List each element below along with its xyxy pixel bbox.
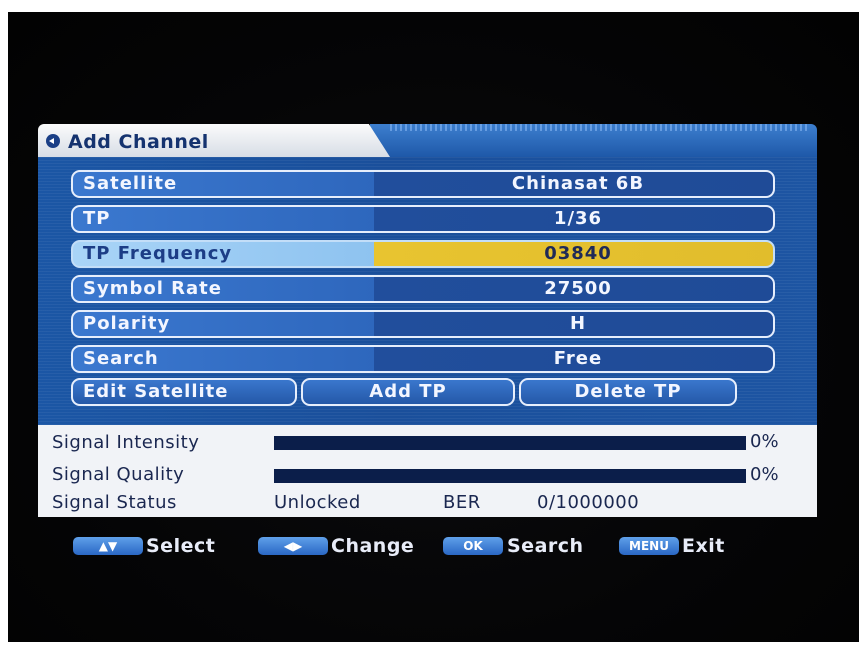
ber-value: 0/1000000 (537, 492, 640, 513)
edit-satellite-button[interactable]: Edit Satellite (71, 378, 297, 406)
signal-status-value: Unlocked (274, 492, 361, 513)
ber-label: BER (443, 492, 481, 513)
help-select: Select (146, 535, 216, 557)
window-title: Add Channel (68, 131, 209, 153)
row-search[interactable]: Search Free (71, 345, 775, 373)
row-label: Symbol Rate (83, 278, 222, 299)
title-decoration (370, 124, 817, 157)
row-value: H (569, 313, 587, 334)
row-polarity[interactable]: Polarity H (71, 310, 775, 338)
row-tp[interactable]: TP 1/36 (71, 205, 775, 233)
signal-intensity-label: Signal Intensity (52, 432, 200, 453)
row-value: Chinasat 6B (511, 173, 645, 194)
delete-tp-button[interactable]: Delete TP (519, 378, 737, 406)
row-label: TP (83, 208, 111, 229)
signal-intensity-bar (274, 436, 746, 450)
add-tp-button[interactable]: Add TP (301, 378, 515, 406)
row-label: Satellite (83, 173, 178, 194)
row-value: Free (553, 348, 603, 369)
help-search: Search (507, 535, 584, 557)
row-satellite[interactable]: Satellite Chinasat 6B (71, 170, 775, 198)
signal-panel: Signal Intensity 0% Signal Quality 0% Si… (38, 425, 817, 517)
row-value: 03840 (544, 243, 612, 264)
help-bar: ▲▼ Select ◀▶ Change OK Search MENU Exit (0, 532, 859, 560)
row-tp-frequency[interactable]: TP Frequency 03840 (71, 240, 775, 268)
row-value: 1/36 (553, 208, 603, 229)
signal-quality-bar (274, 469, 746, 483)
signal-status-label: Signal Status (52, 492, 177, 513)
row-label: Polarity (83, 313, 171, 334)
signal-quality-value: 0% (750, 464, 779, 485)
back-arrow-icon (46, 134, 60, 148)
left-right-key-icon: ◀▶ (258, 537, 328, 555)
row-symbol-rate[interactable]: Symbol Rate 27500 (71, 275, 775, 303)
row-value: 27500 (544, 278, 612, 299)
help-change: Change (331, 535, 415, 557)
signal-quality-label: Signal Quality (52, 464, 185, 485)
up-down-key-icon: ▲▼ (73, 537, 143, 555)
help-exit: Exit (682, 535, 725, 557)
row-label: TP Frequency (83, 243, 233, 264)
menu-key-icon: MENU (619, 537, 679, 555)
row-label: Search (83, 348, 159, 369)
ok-key-icon: OK (443, 537, 503, 555)
signal-intensity-value: 0% (750, 431, 779, 452)
